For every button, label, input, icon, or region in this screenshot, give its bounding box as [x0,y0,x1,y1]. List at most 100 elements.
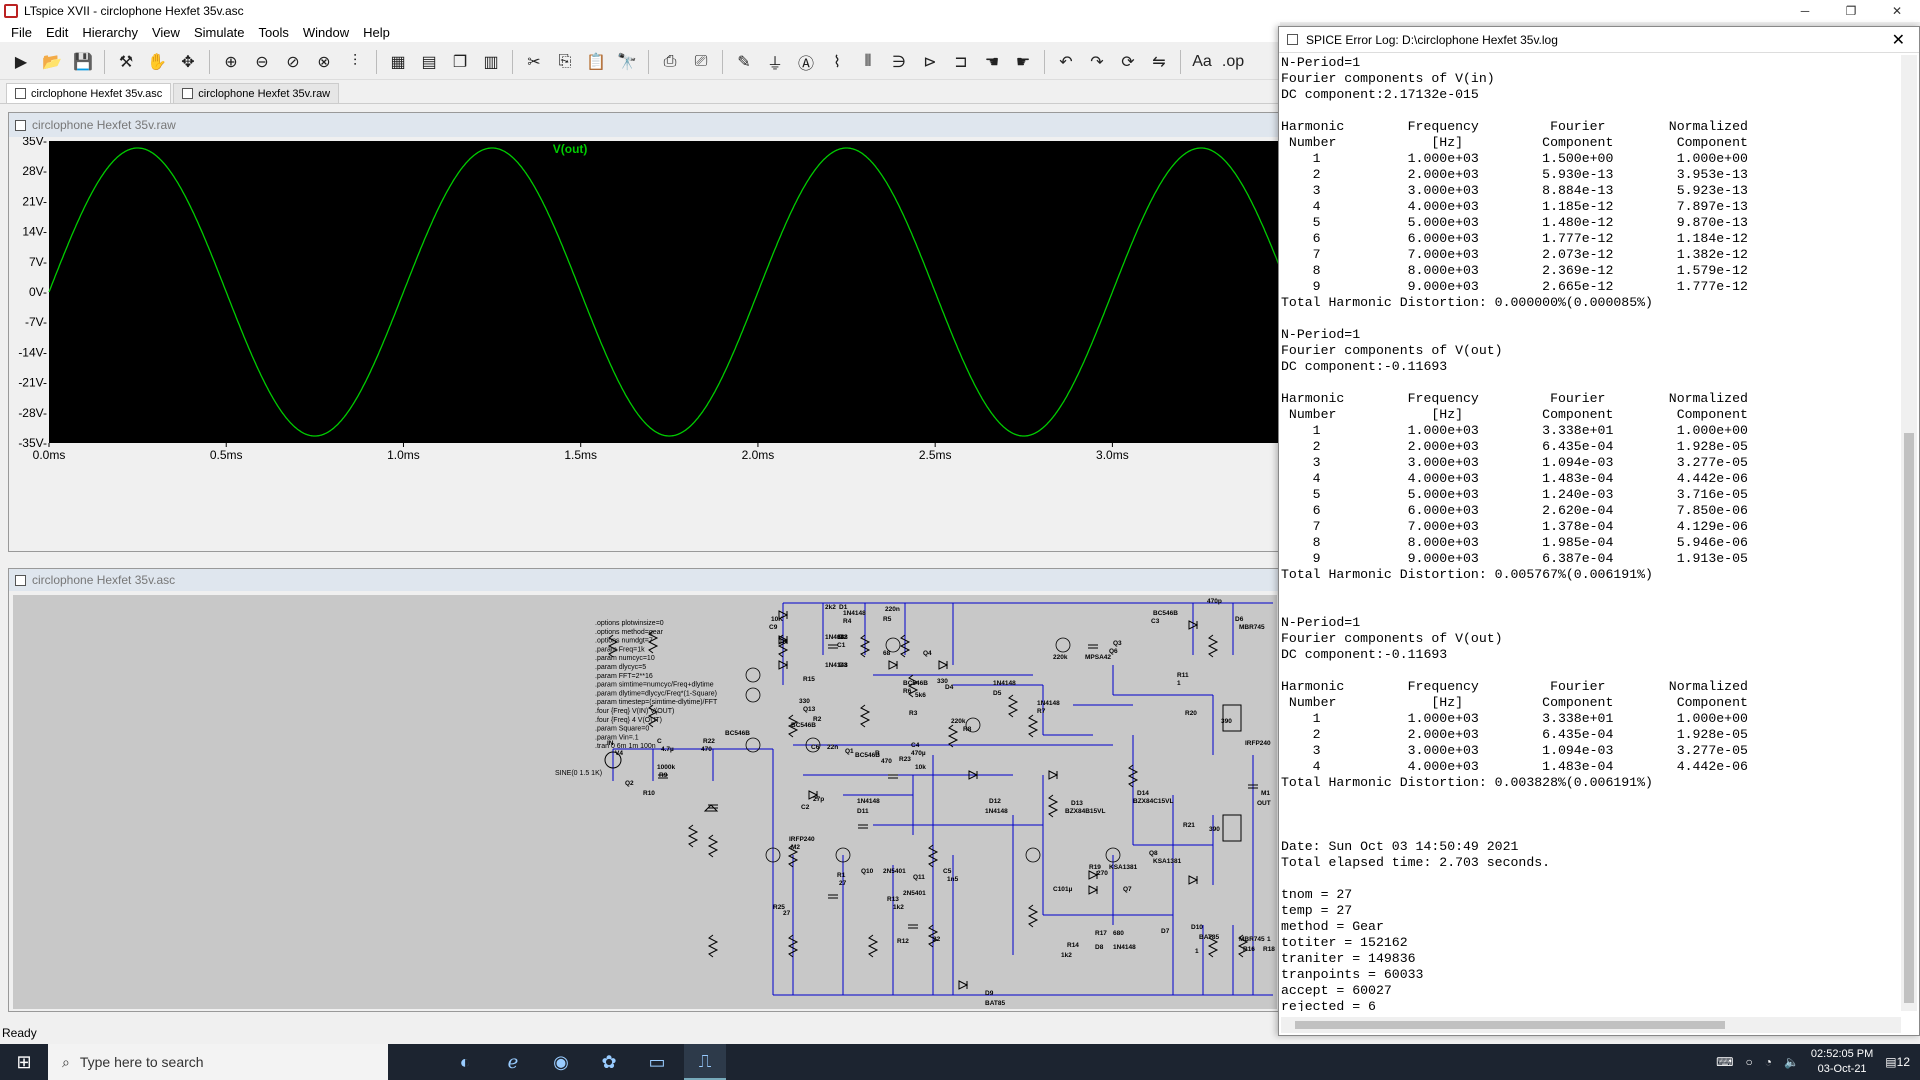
spice-directive[interactable]: .options method=gear [595,629,664,636]
component-label[interactable]: 68 [883,650,891,657]
component-label[interactable]: 470p [1207,598,1222,605]
spice-error-log-window[interactable]: SPICE Error Log: D:\circlophone Hexfet 3… [1278,26,1920,1036]
component-label[interactable]: 27 [839,880,847,887]
minimize-button[interactable]: ─ [1782,0,1828,22]
component-label[interactable]: BZX84B15VL [1065,808,1105,815]
spice-directive[interactable]: .param timestep=(simtime-dlytime)/FFT [595,699,718,706]
component-label[interactable]: BAT85 [1199,934,1219,941]
volume-icon[interactable]: 🔈 [1784,1055,1799,1069]
component-label[interactable]: R14 [1067,942,1079,949]
component-label[interactable]: C3 [1151,618,1160,625]
component-label[interactable]: D5 [993,690,1002,697]
diode-icon[interactable]: ⊳ [917,49,943,75]
spice-directive[interactable]: .four {Freq} V(IN) V(OUT) [595,708,674,715]
component-label[interactable]: R17 [1095,930,1107,937]
redo-icon[interactable]: ↷ [1084,49,1110,75]
component-label[interactable]: R16 [1243,946,1255,953]
internet-explorer-icon[interactable]: ℯ [492,1044,534,1080]
component-label[interactable]: 1n [779,638,787,645]
mirror-icon[interactable]: ⇋ [1146,49,1172,75]
component-label[interactable]: C4 [911,742,920,749]
component-label[interactable]: R7 [1037,708,1046,715]
component-label[interactable]: R23 [899,756,911,763]
component-label[interactable]: 68 [837,634,845,641]
component-label[interactable]: R12 [897,938,909,945]
component-label[interactable]: 1000k [657,764,675,771]
component-label[interactable]: D4 [945,684,954,691]
component-label[interactable]: Q6 [1109,648,1118,655]
open-icon[interactable]: 📂 [39,49,65,75]
component-label[interactable]: Q13 [803,706,816,713]
edge-icon[interactable]: ◐ [444,1044,486,1080]
component-label[interactable]: IRFP240 [789,836,815,843]
tile-vertical-icon[interactable]: ▥ [478,49,504,75]
component-label[interactable]: R5 [883,616,892,623]
component-label[interactable]: 1N4148 [985,808,1008,815]
component-label[interactable]: MBR745 [1239,936,1265,943]
component-label[interactable]: R22 [703,738,715,745]
ltspice-taskbar-icon[interactable]: ⎍ [684,1044,726,1080]
component-label[interactable]: D6 [1235,616,1244,623]
component-label[interactable]: OUT [1257,800,1271,807]
label-icon[interactable]: Ⓐ [793,49,819,75]
waveform-window[interactable]: circlophone Hexfet 35v.raw 35V- 28V- 21V- 1… [8,112,1280,552]
zoom-back-icon[interactable]: ⊘ [280,49,306,75]
component-label[interactable]: C5 [943,868,952,875]
component-label[interactable]: R [875,750,880,757]
log-horizontal-scrollbar[interactable] [1281,1017,1901,1033]
spice-directive[interactable]: .param Freq=1k [595,646,645,653]
component-label[interactable]: D10 [1191,924,1203,931]
component-label[interactable]: D9 [985,990,994,997]
menu-simulate[interactable]: Simulate [187,25,252,40]
notification-icon[interactable]: ▤12 [1885,1055,1910,1069]
log-scroll-thumb[interactable] [1904,433,1914,1003]
component-label[interactable]: M1 [1261,790,1270,797]
halt-icon[interactable]: ✋ [144,49,170,75]
component-label[interactable]: R10 [643,790,655,797]
tray-icon[interactable]: ○ [1745,1055,1752,1069]
component-label[interactable]: 470 [881,758,892,765]
menu-edit[interactable]: Edit [39,25,75,40]
component-label[interactable]: BC546B [903,680,928,687]
rotate-icon[interactable]: ⟳ [1115,49,1141,75]
component-label[interactable]: 1N4148 [843,610,866,617]
print-preview-icon[interactable]: ⎚ [688,49,714,75]
component-label[interactable]: BC546B [1153,610,1178,617]
component-label[interactable]: 10K [771,616,783,623]
move-icon[interactable]: ☚ [979,49,1005,75]
inductor-icon[interactable]: ∋ [886,49,912,75]
spice-directive[interactable]: .param dlycyc=5 [595,664,646,671]
component-label[interactable]: V4 [615,750,623,757]
save-icon[interactable]: 💾 [70,49,96,75]
close-button[interactable]: ✕ [1874,0,1920,22]
component-label[interactable]: 2N5401 [903,890,926,897]
component-label[interactable]: 1N4148 [1113,944,1136,951]
component-label[interactable]: BC546B [791,722,816,729]
component-label[interactable]: 220k [951,718,966,725]
component-label[interactable]: Q1 [845,748,854,755]
zoom-out-icon[interactable]: ⊖ [249,49,275,75]
source-label[interactable]: SINE(0 1.5 1K) [555,770,602,777]
text-icon[interactable]: Aa [1189,49,1215,75]
zoom-full-icon[interactable]: ⊗ [311,49,337,75]
component-label[interactable]: 27 [783,910,791,917]
spice-directive[interactable]: .param FFT=2**16 [595,673,653,680]
component-label[interactable]: C6 [811,744,820,751]
spice-directive[interactable]: .param dlytime=dlycyc/Freq*(1-Square) [595,690,717,697]
file-explorer-icon[interactable]: ▭ [636,1044,678,1080]
keyboard-icon[interactable]: ⌨ [1716,1055,1733,1069]
grid-icon[interactable]: ▦ [385,49,411,75]
component-label[interactable]: R6 [903,688,912,695]
trace-label[interactable]: V(out) [553,142,588,156]
spice-directive[interactable]: .param numcyc=10 [595,655,655,662]
drag-icon[interactable]: ☛ [1010,49,1036,75]
component-label[interactable]: Q3 [1113,640,1122,647]
component-label[interactable]: Q4 [923,650,932,657]
log-close-icon[interactable]: ✕ [1892,30,1905,50]
component-label[interactable]: 220k [1053,654,1068,661]
component-label[interactable]: D12 [989,798,1001,805]
component-label[interactable]: IRFP240 [1245,740,1271,747]
component-label[interactable]: C1 [837,642,846,649]
component-label[interactable]: 1N4148 [857,798,880,805]
menu-window[interactable]: Window [296,25,356,40]
